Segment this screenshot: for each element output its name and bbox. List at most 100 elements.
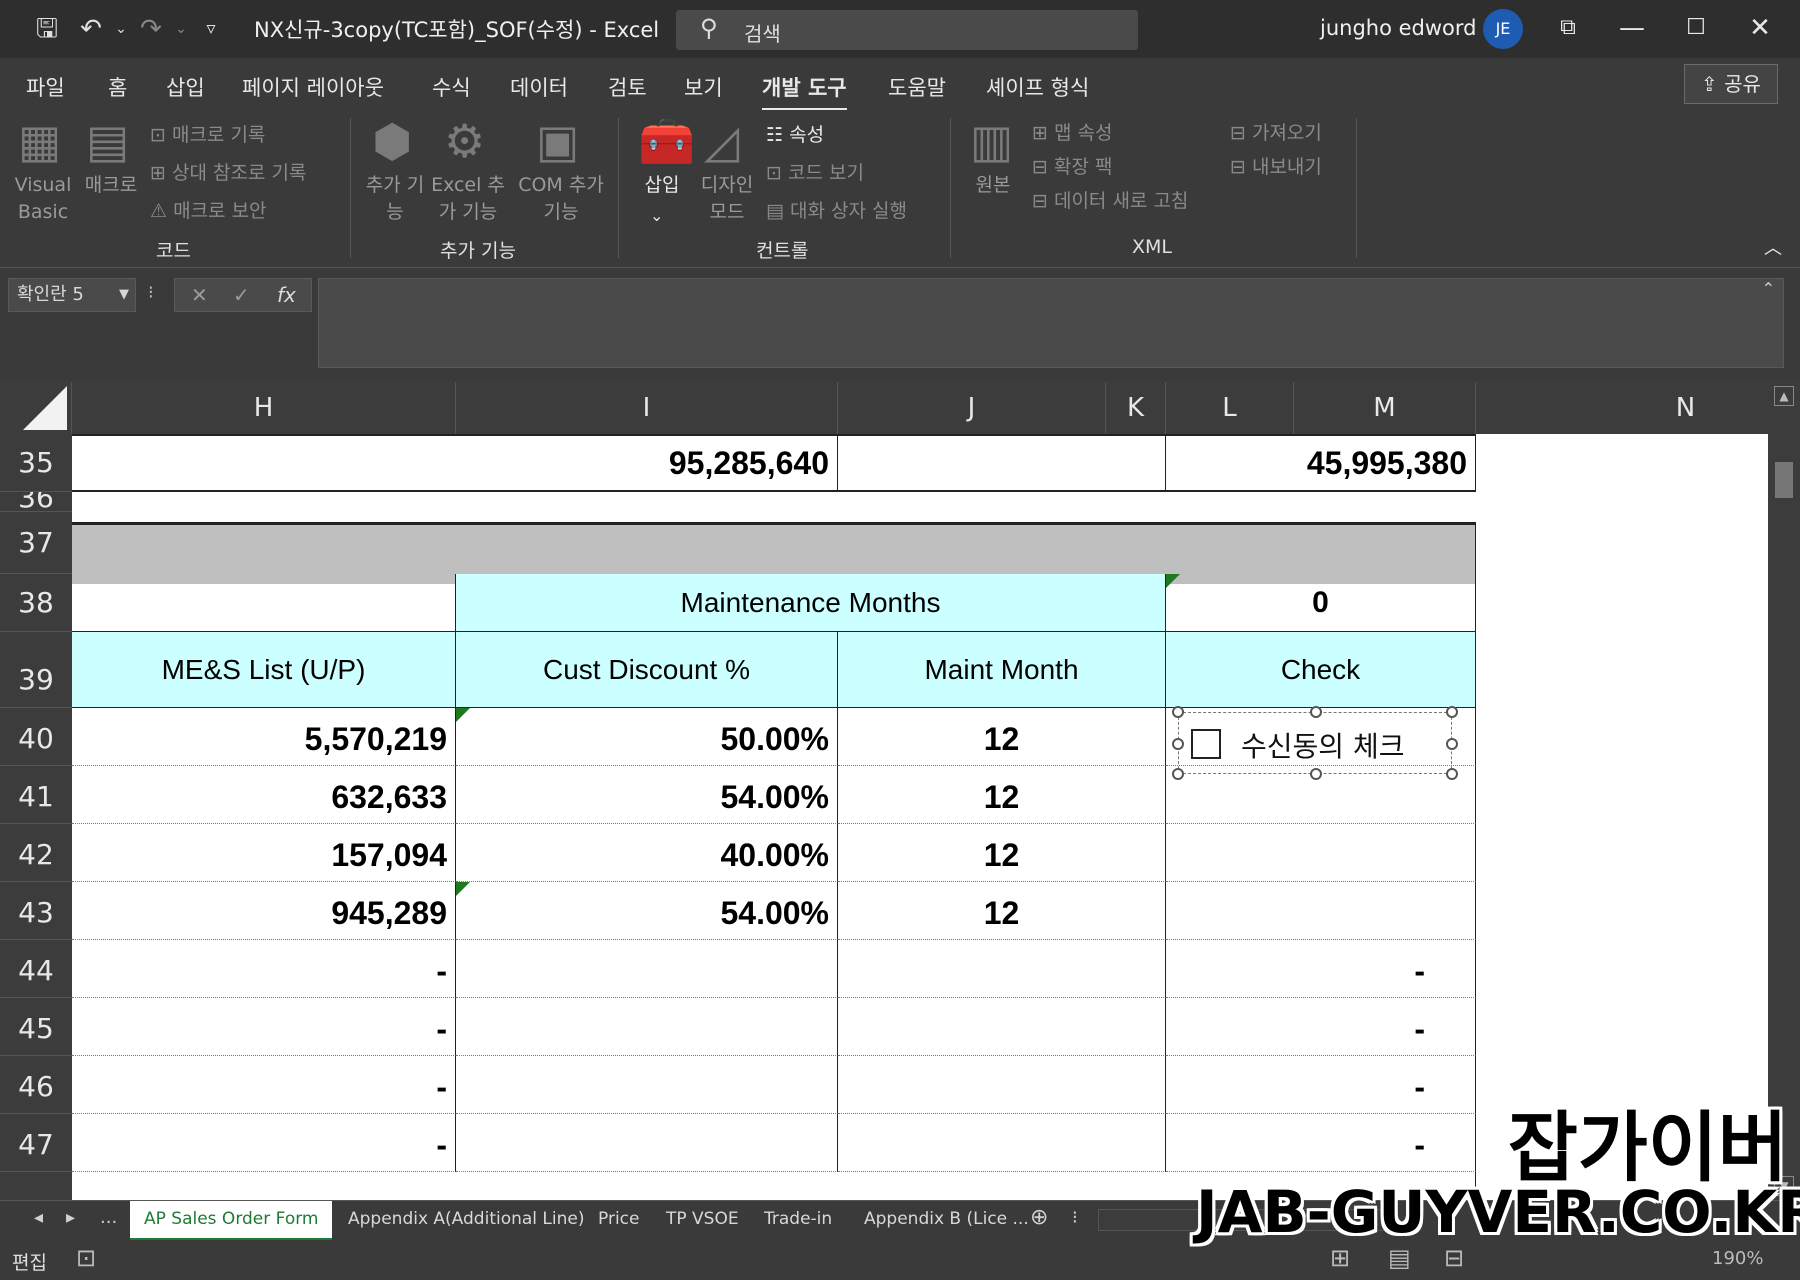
prev-sheet-icon[interactable]: ◂	[34, 1207, 43, 1228]
insert-function-icon[interactable]: fx	[277, 279, 296, 311]
export-button[interactable]: ⊟ 내보내기	[1230, 152, 1322, 179]
redo-icon[interactable]: ↷	[134, 12, 168, 46]
cell-h42[interactable]: 157,094	[72, 824, 456, 882]
consent-checkbox[interactable]	[1191, 729, 1221, 759]
cell-h40[interactable]: 5,570,219	[72, 708, 456, 766]
column-header-l[interactable]: L	[1166, 382, 1294, 434]
row-header-40[interactable]: 40	[0, 708, 72, 766]
row-header-39[interactable]: 39	[0, 632, 72, 708]
cell-i46[interactable]	[456, 1056, 838, 1114]
refresh-data-button[interactable]: ⊟ 데이터 새로 고침	[1032, 186, 1188, 213]
properties-button[interactable]: ☷ 속성	[766, 120, 824, 147]
cell-h41[interactable]: 632,633	[72, 766, 456, 824]
formula-input[interactable]: ⌃	[318, 278, 1784, 368]
tab-data[interactable]: 데이터	[510, 72, 568, 102]
avatar[interactable]: JE	[1483, 9, 1523, 49]
cell-maintenance-months-label[interactable]: Maintenance Months	[456, 574, 1166, 632]
macro-security-button[interactable]: ⚠ 매크로 보안	[150, 196, 267, 223]
cell-h45[interactable]: -	[72, 998, 456, 1056]
column-header-m[interactable]: M	[1294, 382, 1476, 434]
minimize-icon[interactable]: —	[1612, 8, 1652, 48]
row-header-42[interactable]: 42	[0, 824, 72, 882]
page-break-view-icon[interactable]: ⊟	[1444, 1244, 1464, 1272]
chevron-down-icon[interactable]: ⌄	[650, 206, 663, 225]
cell-m45[interactable]: -	[1166, 998, 1476, 1056]
tab-insert[interactable]: 삽입	[166, 72, 205, 102]
consent-checkbox-control[interactable]: 수신동의 체크	[1172, 706, 1458, 780]
addins-button[interactable]: 추가 기능	[362, 172, 428, 226]
resize-handle[interactable]	[1310, 768, 1322, 780]
cell-i47[interactable]	[456, 1114, 838, 1172]
cell-h44[interactable]: -	[72, 940, 456, 998]
vertical-scrollbar[interactable]: ▲ ▼	[1768, 382, 1800, 1200]
user-name[interactable]: jungho edword	[1320, 16, 1477, 40]
normal-view-icon[interactable]: ⊞	[1330, 1244, 1350, 1272]
sheet-tab-appendix-b[interactable]: Appendix B (Lice ...	[864, 1209, 1029, 1229]
header-cust-discount[interactable]: Cust Discount %	[456, 632, 838, 708]
cell-h38[interactable]	[72, 574, 456, 632]
more-sheets-button[interactable]: ...	[100, 1207, 117, 1228]
cell-j42[interactable]: 12	[838, 824, 1166, 882]
tab-developer[interactable]: 개발 도구	[762, 72, 847, 112]
cell-j41[interactable]: 12	[838, 766, 1166, 824]
row-header-35[interactable]: 35	[0, 434, 72, 492]
ribbon-display-icon[interactable]: ⧉	[1548, 8, 1588, 48]
header-mes-list[interactable]: ME&S List (U/P)	[72, 632, 456, 708]
cell-m46[interactable]: -	[1166, 1056, 1476, 1114]
cell-m42[interactable]	[1166, 824, 1476, 882]
collapse-ribbon-icon[interactable]: ︿	[1764, 234, 1782, 260]
share-button[interactable]: ⇪ 공유	[1684, 64, 1778, 104]
cell-i35[interactable]: 95,285,640	[456, 436, 838, 490]
cell-maintenance-months-value[interactable]: 0	[1166, 574, 1476, 632]
tab-home[interactable]: 홈	[108, 72, 127, 102]
tab-file[interactable]: 파일	[26, 72, 65, 102]
cell-i44[interactable]	[456, 940, 838, 998]
column-header-h[interactable]: H	[72, 382, 456, 434]
scroll-up-icon[interactable]: ▲	[1774, 386, 1794, 406]
resize-handle[interactable]	[1172, 738, 1184, 750]
tab-review[interactable]: 검토	[608, 72, 647, 102]
enter-icon[interactable]: ✓	[233, 279, 250, 311]
cell-i42[interactable]: 40.00%	[456, 824, 838, 882]
record-macro-button[interactable]: ⊡ 매크로 기록	[150, 120, 265, 147]
select-all-button[interactable]	[0, 382, 72, 434]
zoom-level[interactable]: 190%	[1712, 1248, 1763, 1269]
column-header-j[interactable]: J	[838, 382, 1106, 434]
row-header-45[interactable]: 45	[0, 998, 72, 1056]
resize-handle[interactable]	[1446, 738, 1458, 750]
more-options-icon[interactable]: ⁝	[148, 282, 154, 303]
row-header-37[interactable]: 37	[0, 512, 72, 574]
excel-addins-button[interactable]: Excel 추가 기능	[428, 172, 508, 226]
cell-j46[interactable]	[838, 1056, 1166, 1114]
page-layout-view-icon[interactable]: ▤	[1388, 1244, 1411, 1272]
tab-help[interactable]: 도움말	[888, 72, 946, 102]
undo-icon[interactable]: ↶	[74, 12, 108, 46]
cell-j45[interactable]	[838, 998, 1166, 1056]
cell-m44[interactable]: -	[1166, 940, 1476, 998]
cell-j40[interactable]: 12	[838, 708, 1166, 766]
header-maint-month[interactable]: Maint Month	[838, 632, 1166, 708]
search-box[interactable]: ⚲ 검색	[676, 10, 1138, 50]
row-header-38[interactable]: 38	[0, 574, 72, 632]
undo-dropdown-icon[interactable]: ⌄	[104, 12, 138, 46]
sheet-tab-appendix-a[interactable]: Appendix A(Additional Line)	[348, 1209, 585, 1229]
cell-j44[interactable]	[838, 940, 1166, 998]
sheet-tab-trade-in[interactable]: Trade-in	[764, 1209, 832, 1229]
design-mode-button[interactable]: 디자인 모드	[692, 172, 762, 226]
resize-handle[interactable]	[1446, 768, 1458, 780]
resize-handle[interactable]	[1446, 706, 1458, 718]
view-code-button[interactable]: ⊡ 코드 보기	[766, 158, 864, 185]
redo-dropdown-icon[interactable]: ⌄	[164, 12, 198, 46]
scroll-thumb[interactable]	[1775, 462, 1793, 498]
relative-ref-button[interactable]: ⊞ 상대 참조로 기록	[150, 158, 306, 185]
row-header-41[interactable]: 41	[0, 766, 72, 824]
macro-button[interactable]: 매크로	[78, 172, 144, 199]
cell-i45[interactable]	[456, 998, 838, 1056]
cell-m43[interactable]	[1166, 882, 1476, 940]
tab-view[interactable]: 보기	[684, 72, 723, 102]
chevron-down-icon[interactable]: ▼	[119, 279, 129, 311]
cell-j43[interactable]: 12	[838, 882, 1166, 940]
macro-record-icon[interactable]: ⊡	[76, 1244, 96, 1272]
row-header-36[interactable]: 36	[0, 492, 72, 512]
visual-basic-button[interactable]: Visual Basic	[10, 172, 76, 226]
